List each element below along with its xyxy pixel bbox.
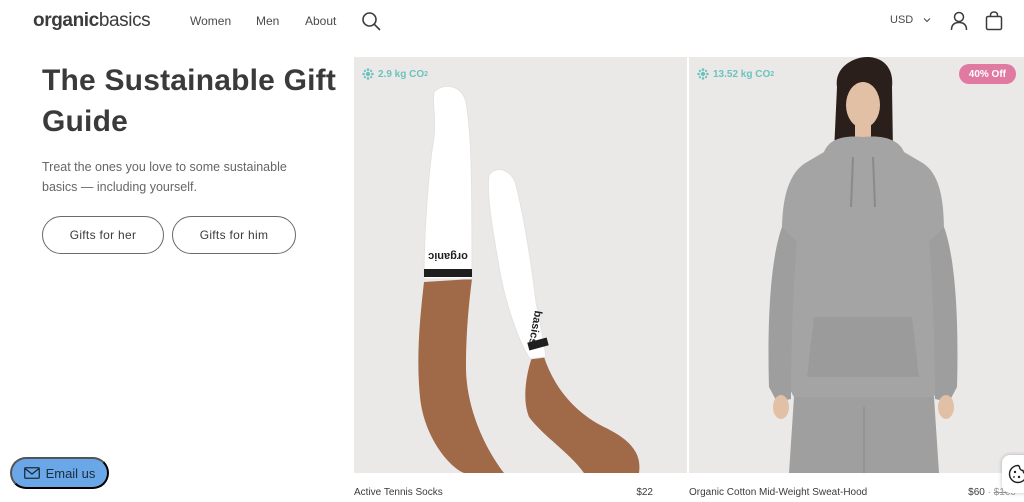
leaf-icon bbox=[362, 68, 374, 80]
user-icon[interactable] bbox=[950, 11, 968, 31]
search-icon[interactable] bbox=[361, 11, 381, 31]
leaf-icon bbox=[697, 68, 709, 80]
cookie-settings-button[interactable] bbox=[1002, 455, 1024, 493]
gifts-for-her-button[interactable]: Gifts for her bbox=[42, 216, 164, 254]
envelope-icon bbox=[23, 467, 40, 479]
nav-women[interactable]: Women bbox=[190, 14, 231, 28]
site-header: organicbasics Women Men About USD bbox=[0, 0, 1024, 44]
gifts-for-him-button[interactable]: Gifts for him bbox=[172, 216, 296, 254]
co2-badge: 13.52 kg CO 2 bbox=[697, 68, 774, 80]
product-price: $22 bbox=[636, 487, 653, 498]
email-us-button[interactable]: Email us bbox=[10, 457, 109, 489]
email-us-label: Email us bbox=[45, 465, 96, 481]
product-card[interactable]: organic basics 2.9 kg CO 2 Active Tennis … bbox=[354, 57, 687, 502]
model-illustration bbox=[768, 57, 958, 473]
shopping-bag-icon[interactable] bbox=[985, 11, 1003, 31]
socks-illustration: organic basics bbox=[418, 85, 640, 473]
product-name[interactable]: Organic Cotton Mid-Weight Sweat-Hood bbox=[689, 487, 867, 498]
current-price: $60 bbox=[968, 487, 985, 498]
product-image[interactable]: organic basics 2.9 kg CO 2 bbox=[354, 57, 687, 473]
sock-brand-text: organic bbox=[428, 250, 468, 262]
product-image[interactable]: 13.52 kg CO 2 40% Off bbox=[689, 57, 1024, 473]
currency-label: USD bbox=[890, 14, 914, 26]
currency-selector[interactable]: USD bbox=[890, 14, 931, 26]
price-separator: · bbox=[984, 487, 994, 498]
co2-subscript: 2 bbox=[424, 70, 429, 78]
nav-about[interactable]: About bbox=[305, 14, 336, 28]
co2-value: 13.52 kg CO bbox=[713, 68, 771, 80]
product-name[interactable]: Active Tennis Socks bbox=[354, 487, 443, 498]
chevron-down-icon bbox=[923, 18, 931, 23]
logo[interactable]: organicbasics bbox=[33, 10, 151, 32]
co2-badge: 2.9 kg CO 2 bbox=[362, 68, 428, 80]
cookie-icon bbox=[1008, 464, 1024, 484]
nav-men[interactable]: Men bbox=[256, 14, 279, 28]
co2-subscript: 2 bbox=[770, 70, 775, 78]
product-card[interactable]: 13.52 kg CO 2 40% Off Organic Cotton Mid-… bbox=[689, 57, 1024, 502]
discount-badge: 40% Off bbox=[958, 64, 1016, 84]
hero-subtitle: Treat the ones you love to some sustaina… bbox=[42, 160, 287, 194]
page-title: The Sustainable Gift Guide bbox=[42, 64, 337, 138]
co2-value: 2.9 kg CO bbox=[378, 68, 425, 80]
